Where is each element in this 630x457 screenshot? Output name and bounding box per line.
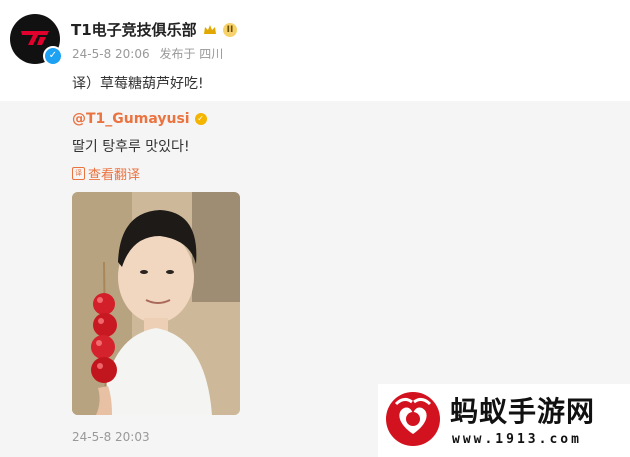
author-name[interactable]: T1电子竞技俱乐部 [71,19,197,40]
ant-logo-icon [386,392,440,446]
author-avatar[interactable]: ✓ [10,14,63,66]
quoted-author-name[interactable]: @T1_Gumayusi [72,111,190,127]
watermark-url: www.1913.com [452,432,582,447]
translate-icon: 译 [72,167,85,180]
gold-verified-icon: ✓ [194,113,207,125]
quoted-text: 딸기 탕후루 맛있다! [72,139,190,155]
crown-badge-icon [203,24,216,34]
selfie-image [72,192,240,415]
member-badge: II [222,22,238,37]
post-text: 译）草莓糖葫芦好吃! [72,76,204,92]
translate-label: 查看翻译 [88,168,141,183]
quoted-author[interactable]: @T1_Gumayusi ✓ [72,111,207,127]
quoted-timestamp[interactable]: 24-5-8 20:03 [72,430,150,444]
watermark-title: 蚂蚁手游网 [450,395,596,428]
site-watermark: 蚂蚁手游网 www.1913.com [378,384,630,457]
verified-icon: ✓ [43,46,63,66]
post-photo[interactable] [72,192,240,415]
author-header: T1电子竞技俱乐部 II [71,19,238,40]
post-meta: 24-5-8 20:06 发布于 四川 [72,45,223,62]
post-location: 发布于 四川 [159,47,224,61]
translate-button[interactable]: 译 查看翻译 [72,164,140,183]
post-timestamp[interactable]: 24-5-8 20:06 [72,47,150,61]
t1-logo [21,31,49,45]
